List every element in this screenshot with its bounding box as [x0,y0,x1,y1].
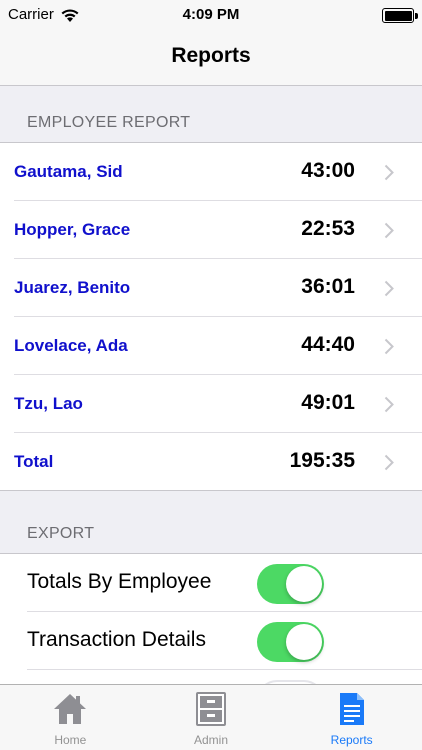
report-row-gautama[interactable]: Gautama, Sid 43:00 [0,143,422,201]
tab-label: Reports [330,733,373,747]
export-option-label: Transaction Details [27,628,206,651]
employee-name: Hopper, Grace [14,220,131,239]
report-row-lovelace[interactable]: Lovelace, Ada 44:40 [0,317,422,375]
tab-reports[interactable]: Reports [281,685,422,750]
battery-icon [382,8,418,23]
page-title: Reports [171,44,251,67]
chevron-right-icon [384,164,394,181]
export-table: Totals By Employee Transaction Details [0,553,422,728]
chevron-right-icon [384,454,394,471]
status-bar: Carrier 4:09 PM [0,0,422,30]
employee-name: Tzu, Lao [14,394,83,413]
chevron-right-icon [384,338,394,355]
report-row-juarez[interactable]: Juarez, Benito 36:01 [0,259,422,317]
status-time: 4:09 PM [182,6,240,23]
chevron-right-icon [384,280,394,297]
employee-name: Lovelace, Ada [14,336,128,355]
employee-report-table: Gautama, Sid 43:00 Hopper, Grace 22:53 J… [0,142,422,491]
employee-report-header: EMPLOYEE REPORT [27,114,191,131]
tab-label: Admin [194,733,229,747]
employee-hours: 49:01 [301,391,355,414]
house-icon [54,694,87,724]
employee-hours: 44:40 [301,333,355,356]
total-hours: 195:35 [289,449,355,472]
tab-bar: Home Admin Reports [0,684,422,750]
employee-name: Juarez, Benito [14,278,131,297]
chevron-right-icon [384,222,394,239]
employee-hours: 22:53 [301,217,355,240]
report-row-hopper[interactable]: Hopper, Grace 22:53 [0,201,422,259]
navigation-bar: Reports [0,30,422,86]
tab-label: Home [54,733,87,747]
transaction-details-toggle[interactable] [257,622,324,662]
employee-hours: 36:01 [301,275,355,298]
report-row-tzu[interactable]: Tzu, Lao 49:01 [0,375,422,433]
document-icon [339,693,364,725]
export-header: EXPORT [27,525,95,542]
employee-name: Gautama, Sid [14,162,123,181]
cabinet-icon [196,692,226,726]
report-row-total[interactable]: Total 195:35 [0,433,422,491]
totals-by-employee-toggle[interactable] [257,564,324,604]
export-row-transaction-details: Transaction Details [0,612,422,670]
tab-admin[interactable]: Admin [141,685,282,750]
employee-hours: 43:00 [301,159,355,182]
total-label: Total [14,452,54,471]
chevron-right-icon [384,396,394,413]
export-row-totals-by-employee: Totals By Employee [0,554,422,612]
export-option-label: Totals By Employee [27,570,212,593]
tab-home[interactable]: Home [0,685,141,750]
